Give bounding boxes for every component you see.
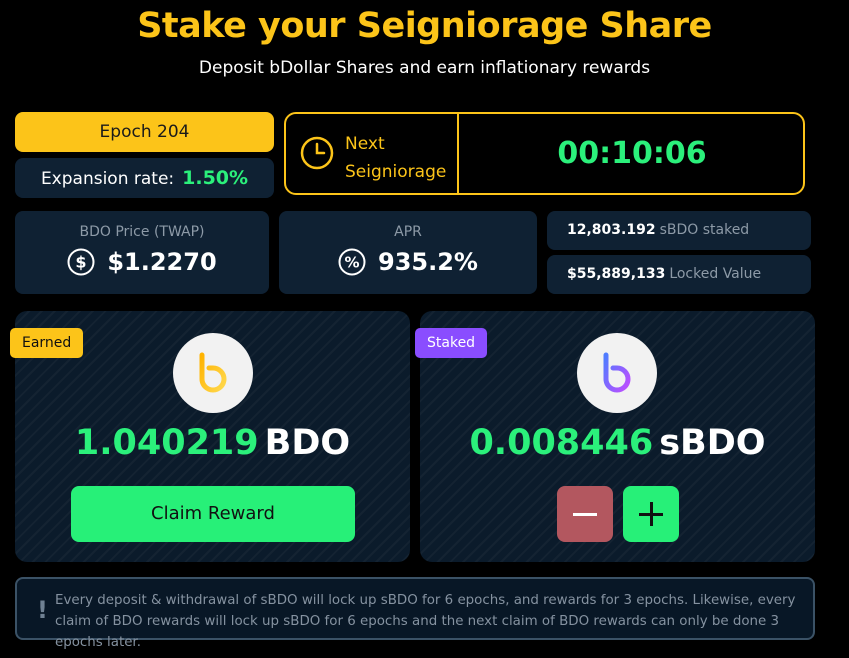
locked-value-label: Locked Value [669, 266, 762, 282]
apr-card: APR % 935.2% [279, 211, 537, 294]
claim-reward-button[interactable]: Claim Reward [71, 486, 355, 542]
bdo-logo [173, 333, 253, 413]
bdo-price-card: BDO Price (TWAP) $ $1.2270 [15, 211, 269, 294]
staked-amount: 0.008446 sBDO [420, 423, 815, 463]
dollar-circle-icon: $ [67, 248, 95, 276]
withdraw-minus-button[interactable] [557, 486, 613, 542]
staked-badge: Staked [415, 328, 488, 358]
apr-label: APR [394, 224, 422, 240]
expansion-rate-box: Expansion rate: 1.50% [15, 158, 274, 198]
next-seigniorage-label-section: Next Seigniorage [286, 114, 459, 193]
expansion-rate-label: Expansion rate: [40, 169, 175, 189]
next-seigniorage-label: Next Seigniorage [345, 130, 446, 186]
sbdo-logo-icon [603, 352, 631, 393]
staked-amount-value: 0.008446 [469, 423, 654, 463]
total-staked-label: sBDO staked [659, 222, 750, 238]
bdo-price-label: BDO Price (TWAP) [79, 224, 205, 240]
locked-value-card: $55,889,133 Locked Value [547, 255, 811, 294]
svg-text:%: % [345, 254, 360, 272]
svg-text:$: $ [76, 253, 87, 272]
epoch-badge: Epoch 204 [15, 112, 274, 152]
locked-value-amount: $55,889,133 [567, 266, 666, 282]
next-seigniorage-label-line1: Next [345, 134, 385, 154]
apr-value: 935.2% [378, 248, 478, 276]
lockup-notice-text: Every deposit & withdrawal of sBDO will … [55, 593, 796, 650]
earned-amount: 1.040219 BDO [15, 423, 410, 463]
next-seigniorage-label-line2: Seigniorage [345, 162, 447, 182]
page-subtitle: Deposit bDollar Shares and earn inflatio… [198, 58, 651, 78]
clock-icon [300, 136, 334, 170]
sbdo-logo [577, 333, 657, 413]
exclamation-icon: ! [37, 596, 48, 624]
total-staked-amount: 12,803.192 [567, 222, 656, 238]
total-staked-card: 12,803.192 sBDO staked [547, 211, 811, 250]
earned-badge: Earned [10, 328, 84, 358]
seigniorage-countdown: 00:10:06 [557, 136, 707, 171]
lockup-notice: ! Every deposit & withdrawal of sBDO wil… [15, 577, 815, 650]
bdo-price-value: $1.2270 [107, 248, 217, 276]
deposit-plus-button[interactable] [623, 486, 679, 542]
earned-amount-unit: BDO [264, 423, 351, 463]
staked-amount-unit: sBDO [659, 423, 766, 463]
earned-amount-value: 1.040219 [74, 423, 259, 463]
bdo-logo-icon [199, 352, 227, 393]
next-seigniorage-panel: Next Seigniorage 00:10:06 [284, 112, 805, 195]
percent-circle-icon: % [338, 248, 366, 276]
page-title: Stake your Seigniorage Share [137, 6, 712, 46]
expansion-rate-value: 1.50% [182, 167, 249, 189]
